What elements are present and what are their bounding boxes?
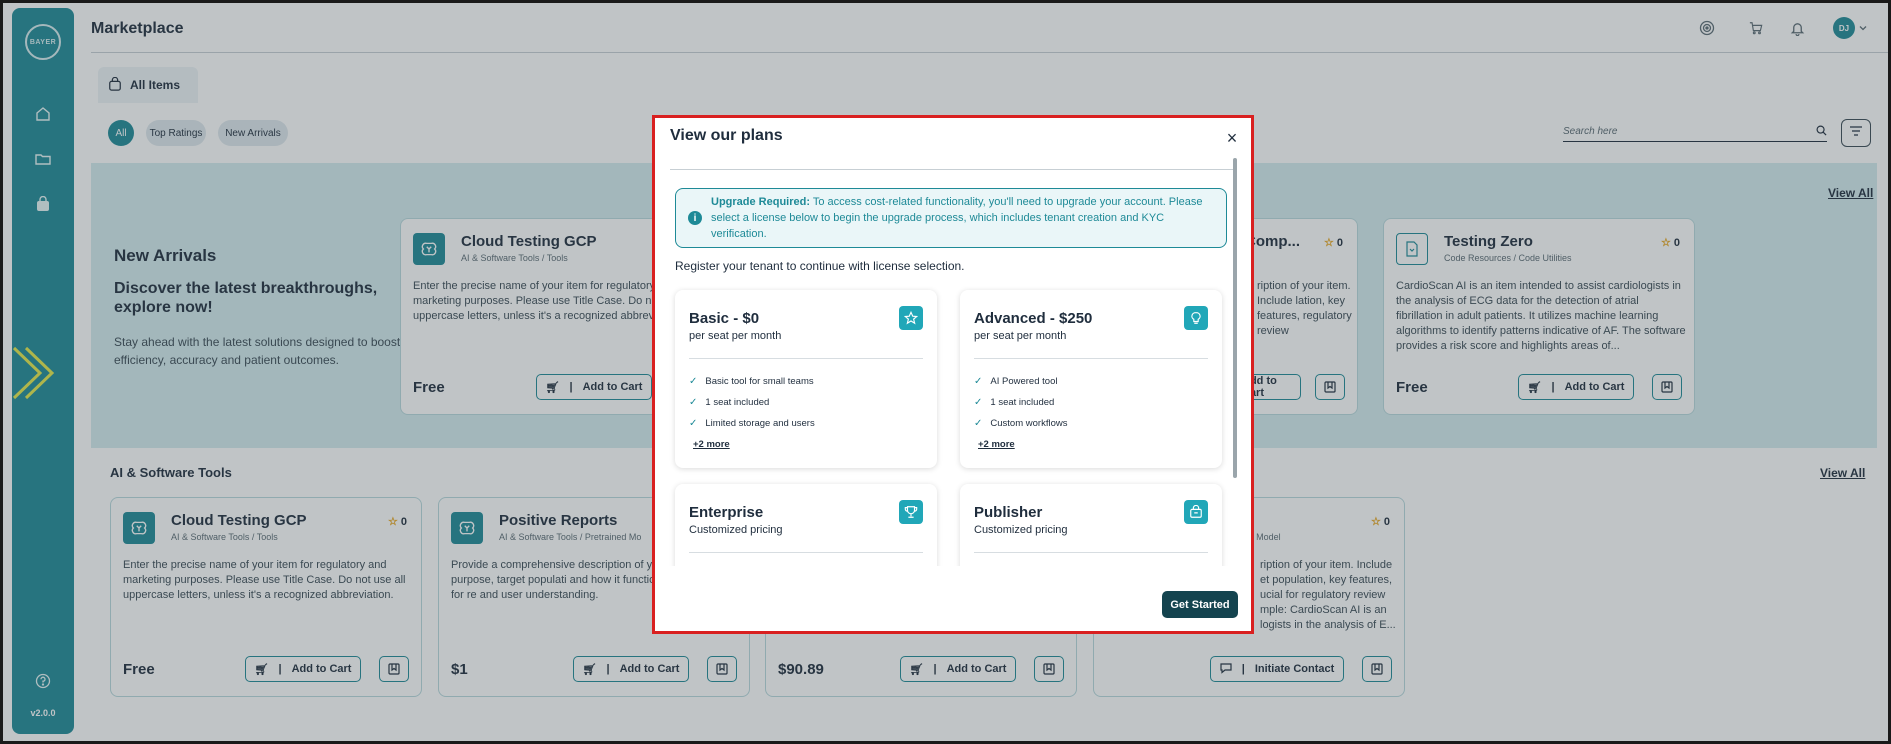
trophy-icon [899, 500, 923, 524]
plan-feature: ✓ Limited storage and users [689, 418, 815, 429]
plan-price: per seat per month [689, 330, 782, 342]
plan-feature: ✓ 1 seat included [974, 397, 1055, 408]
plan-card-basic[interactable]: Basic - $0 per seat per month ✓ Basic too… [675, 290, 937, 468]
check-icon: ✓ [689, 418, 698, 429]
plan-name: Enterprise [689, 504, 764, 521]
app-window: BAYER v2.0.0 Marketplace DJ All Items Al… [0, 0, 1891, 744]
plan-price: per seat per month [974, 330, 1067, 342]
plan-card-advanced[interactable]: Advanced - $250 per seat per month ✓ AI P… [960, 290, 1222, 468]
divider [974, 552, 1208, 553]
modal-title: View our plans [670, 127, 783, 144]
divider [689, 552, 923, 553]
check-icon: ✓ [974, 418, 983, 429]
register-text: Register your tenant to continue with li… [675, 259, 965, 273]
plan-card-publisher[interactable]: Publisher Customized pricing [960, 484, 1222, 566]
more-features-link[interactable]: +2 more [978, 439, 1015, 450]
divider [689, 358, 923, 359]
bulb-icon [1184, 306, 1208, 330]
plan-price: Customized pricing [974, 524, 1068, 536]
plan-feature: ✓ Basic tool for small teams [689, 376, 814, 387]
plan-name: Publisher [974, 504, 1043, 521]
check-icon: ✓ [974, 376, 983, 387]
get-started-button[interactable]: Get Started [1162, 591, 1238, 618]
plans-list: Basic - $0 per seat per month ✓ Basic too… [665, 286, 1235, 566]
plan-feature: ✓ Custom workflows [974, 418, 1068, 429]
plan-price: Customized pricing [689, 524, 783, 536]
plans-modal: View our plans × i Upgrade Required: To … [652, 115, 1254, 634]
check-icon: ✓ [689, 376, 698, 387]
plan-name: Advanced - $250 [974, 310, 1093, 327]
check-icon: ✓ [689, 397, 698, 408]
more-features-link[interactable]: +2 more [693, 439, 730, 450]
close-icon[interactable]: × [1222, 128, 1242, 148]
upgrade-alert: i Upgrade Required: To access cost-relat… [675, 188, 1227, 248]
plan-name: Basic - $0 [689, 310, 760, 327]
plan-feature: ✓ 1 seat included [689, 397, 770, 408]
info-icon: i [688, 211, 702, 225]
plan-feature: ✓ AI Powered tool [974, 376, 1058, 387]
check-icon: ✓ [974, 397, 983, 408]
star-icon [899, 306, 923, 330]
plan-card-enterprise[interactable]: Enterprise Customized pricing [675, 484, 937, 566]
divider [670, 169, 1237, 170]
alert-text: Upgrade Required: To access cost-related… [711, 196, 1203, 240]
bag-icon [1184, 500, 1208, 524]
divider [974, 358, 1208, 359]
